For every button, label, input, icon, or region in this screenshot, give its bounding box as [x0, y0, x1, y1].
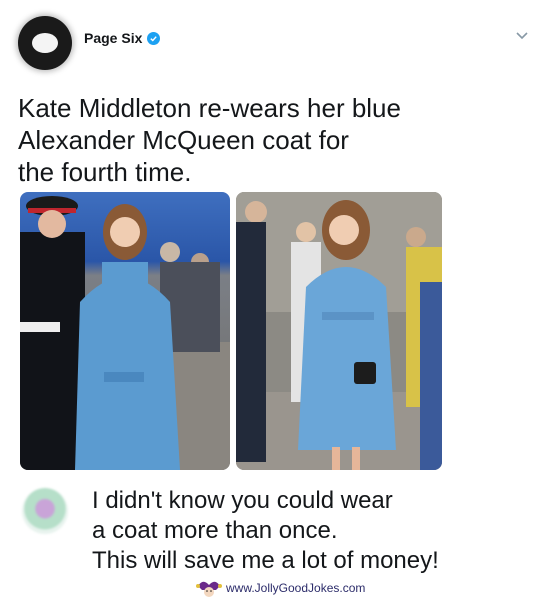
tweet-line: Kate Middleton re-wears her blue	[18, 93, 401, 123]
chevron-down-icon[interactable]	[513, 26, 531, 44]
reply-text: I didn't know you could wear a coat more…	[92, 486, 532, 576]
photo-left[interactable]	[20, 192, 230, 470]
tweet-line: Alexander McQueen coat for	[18, 125, 349, 155]
watermark-text[interactable]: www.JollyGoodJokes.com	[226, 581, 365, 595]
author-name[interactable]: Page Six	[84, 30, 142, 46]
tweet-text: Kate Middleton re-wears her blue Alexand…	[18, 92, 438, 188]
watermark: www.JollyGoodJokes.com	[196, 578, 365, 598]
photo-right-image	[236, 192, 442, 470]
verified-badge-icon	[147, 31, 161, 45]
author-name-row[interactable]: Page Six	[84, 30, 161, 46]
reply-avatar[interactable]	[22, 488, 68, 534]
photo-left-image	[20, 192, 230, 470]
reply-line: This will save me a lot of money!	[92, 547, 439, 574]
tweet-card: Page Six Kate Middleton re-wears her blu…	[0, 0, 550, 600]
reply-line: a coat more than once.	[92, 517, 338, 544]
photo-right[interactable]	[236, 192, 442, 470]
tweet-line: the fourth time.	[18, 157, 192, 187]
author-avatar[interactable]	[18, 16, 72, 70]
jester-logo-icon	[196, 581, 222, 597]
reply-line: I didn't know you could wear	[92, 487, 393, 514]
